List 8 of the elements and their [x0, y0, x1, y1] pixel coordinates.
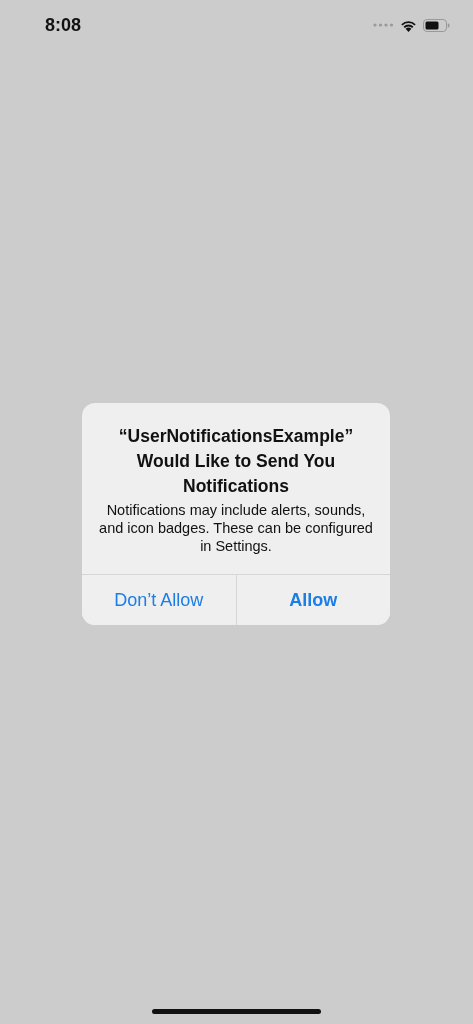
alert-title: “UserNotificationsExample” Would Like to Send You Notifications — [117, 425, 355, 498]
wifi-icon — [400, 18, 417, 32]
alert-message: Notifications may include alerts, sounds, and icon badges. These can be configured in Settings. — [98, 501, 374, 555]
allow-button[interactable]: Allow — [235, 575, 390, 625]
battery-icon — [423, 18, 450, 32]
home-indicator[interactable] — [152, 1009, 321, 1014]
signal-icon — [373, 23, 394, 27]
time: 8:08 — [45, 14, 82, 36]
